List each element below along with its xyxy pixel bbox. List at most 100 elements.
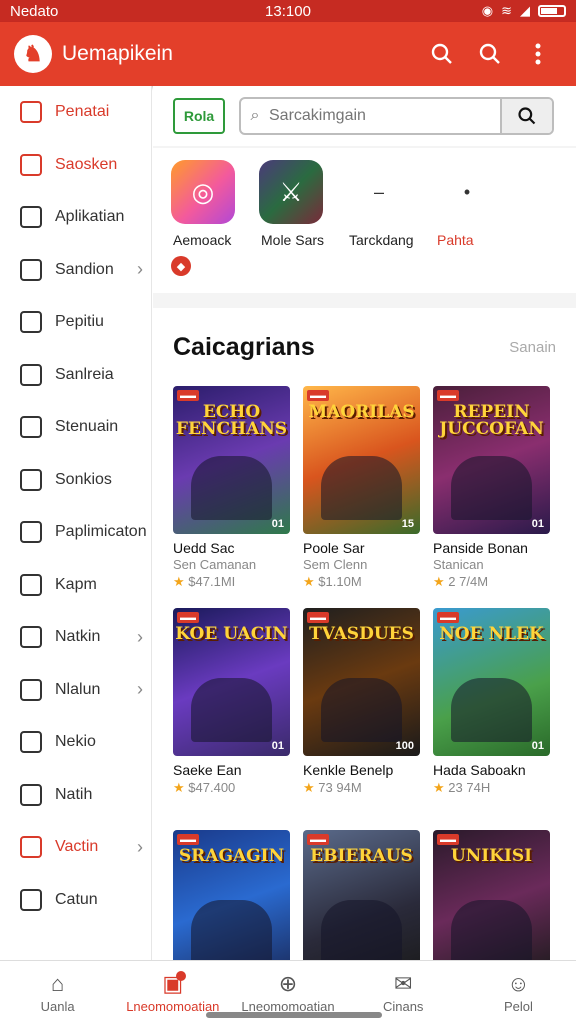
character-art <box>451 900 532 960</box>
game-thumbnail[interactable]: ▬▬ KOE UACIN 01 <box>173 608 290 756</box>
sidebar-item[interactable]: Natkin › <box>0 611 151 664</box>
dash-icon: – <box>373 181 384 202</box>
game-card[interactable]: ▬▬ NOE NLEK 01 Hada Saboakn ★ 23 74H <box>433 608 550 830</box>
share-icon <box>20 836 42 859</box>
sidebar-item[interactable]: Nekio <box>0 716 151 769</box>
character-art <box>321 678 402 742</box>
alarm-icon: ◉ <box>481 3 494 18</box>
search-row: Rola ⌕ <box>153 86 576 146</box>
quick-app-item[interactable]: – Tarckdang <box>347 160 433 249</box>
sidebar-item-label: Aplikatian <box>55 208 125 226</box>
nav-item[interactable]: ⌂ Uanla <box>0 961 115 1024</box>
pin-icon: • <box>463 181 471 202</box>
quick-app-label: Mole Sars <box>261 232 325 248</box>
sidebar-item[interactable]: Sanlreia <box>0 349 151 402</box>
chevron-right-icon: › <box>137 259 143 280</box>
game-card[interactable]: ▬▬ REPEIN JUCCOFAN 01 Panside Bonan Stanican… <box>433 386 550 608</box>
game-subtitle: Stanican <box>433 557 484 572</box>
sidebar-item[interactable]: Aplikatian <box>0 191 151 244</box>
game-thumbnail[interactable]: ▬▬EBIERAUS01 <box>303 830 420 960</box>
tag-badge: ▬▬ <box>177 612 199 623</box>
game-card[interactable]: ▬▬UNIKISI01 <box>433 830 550 960</box>
search-button[interactable] <box>418 30 466 78</box>
sidebar-item[interactable]: Nlalun › <box>0 664 151 717</box>
sidebar-item-label: Pepitiu <box>55 313 104 331</box>
game-title: Hada Saboakn <box>433 762 526 778</box>
game-subtitle: Sem Clenn <box>303 557 368 572</box>
sidebar-item-label: Catun <box>55 890 98 908</box>
game-thumbnail[interactable]: ▬▬ REPEIN JUCCOFAN 01 <box>433 386 550 534</box>
game-thumbnail[interactable]: ▬▬ MAORILAS 15 <box>303 386 420 534</box>
game-rating: ★ $1.10M <box>303 574 420 590</box>
tag-badge: ▬▬ <box>437 834 459 845</box>
thumbnail-corner-label: 100 <box>395 740 414 752</box>
game-card[interactable]: ▬▬ TVASDUES 100 Kenkle Benelp ★ 73 94M <box>303 608 420 830</box>
quick-app-item[interactable]: ⚔ Mole Sars <box>259 160 345 248</box>
sidebar-item[interactable]: Sonkios <box>0 454 151 507</box>
more-vert-icon <box>535 43 541 65</box>
game-card[interactable]: ▬▬ ECHO FENCHANS 01 Uedd Sac Sen Camanan ★ $4… <box>173 386 290 608</box>
sidebar-item[interactable]: Saosken <box>0 139 151 192</box>
sidebar-item[interactable]: Natih <box>0 769 151 822</box>
thumbnail-corner-label: 15 <box>401 518 414 530</box>
sidebar-item[interactable]: Pepitiu <box>0 296 151 349</box>
quick-app-item[interactable]: • Pahta <box>435 160 521 249</box>
app-title: Uemapikein <box>62 42 173 65</box>
thumbnail-title: SRAGAGIN <box>178 846 285 866</box>
game-card[interactable]: ▬▬ MAORILAS 15 Poole Sar Sem Clenn ★ $1.10M <box>303 386 420 608</box>
search-input[interactable] <box>269 99 500 133</box>
game-title: Kenkle Benelp <box>303 762 394 778</box>
edit-icon <box>20 731 42 754</box>
quick-apps-row: ◎ Aemoack ⚔ Mole Sars – Tarckdang • Pahta <box>171 160 576 248</box>
main-content: Rola ⌕ ◎ Aemoack ⚔ Mole Sars – Tarckdang • Paht… <box>153 86 576 960</box>
search-icon: ⌕ <box>250 107 260 124</box>
nav-label: Lneomomoatian <box>126 999 220 1014</box>
game-thumbnail[interactable]: ▬▬ NOE NLEK 01 <box>433 608 550 756</box>
sidebar-item[interactable]: Sandion › <box>0 244 151 297</box>
quick-app-label: Tarckdang <box>349 232 414 248</box>
quick-app-item[interactable]: ◎ Aemoack <box>171 160 257 248</box>
sidebar-item[interactable]: Paplimicaton <box>0 506 151 559</box>
nav-label: Pelol <box>503 999 533 1014</box>
compass-icon <box>20 153 42 176</box>
chevron-right-icon: › <box>137 679 143 700</box>
rating-value: 2 7/4M <box>448 574 489 589</box>
character-art <box>321 900 402 960</box>
filter-chip[interactable]: Rola <box>173 98 225 134</box>
app-logo-icon: ♞ <box>14 35 52 73</box>
search-icon <box>479 43 500 64</box>
chevron-right-icon: › <box>137 836 143 857</box>
wifi-icon: ≋ <box>501 3 512 18</box>
game-card[interactable]: ▬▬SRAGAGIN01 <box>173 830 290 960</box>
search-button-2[interactable] <box>466 30 514 78</box>
tag-badge: ▬▬ <box>177 834 199 845</box>
rating-value: 73 94M <box>318 780 362 795</box>
more-menu-button[interactable] <box>514 30 562 78</box>
thumbnail-title: KOE UACIN <box>175 624 288 644</box>
tag-badge: ▬▬ <box>307 390 329 401</box>
star-icon: ★ <box>303 574 315 589</box>
search-submit-button[interactable] <box>500 99 552 133</box>
sidebar-item[interactable]: Catun <box>0 874 151 927</box>
game-thumbnail[interactable]: ▬▬ ECHO FENCHANS 01 <box>173 386 290 534</box>
tag-badge: ▬▬ <box>307 834 329 845</box>
sidebar-item[interactable]: Vactin › <box>0 821 151 874</box>
sidebar-item-label: Nekio <box>55 733 96 751</box>
quick-app-label: Aemoack <box>173 232 232 248</box>
game-thumbnail[interactable]: ▬▬ TVASDUES 100 <box>303 608 420 756</box>
character-art <box>191 456 272 520</box>
sidebar-item[interactable]: Penatai <box>0 86 151 139</box>
plus-circle-icon: ⊕ <box>278 971 298 996</box>
game-thumbnail[interactable]: ▬▬SRAGAGIN01 <box>173 830 290 960</box>
game-card[interactable]: ▬▬ KOE UACIN 01 Saeke Ean ★ $47.400 <box>173 608 290 830</box>
nav-item[interactable]: ☺ Pelol <box>461 961 576 1024</box>
thumbnail-corner-label: 01 <box>531 740 544 752</box>
notification-badge-icon: ◆ <box>171 256 191 276</box>
sidebar-item[interactable]: Stenuain <box>0 401 151 454</box>
sidebar-item[interactable]: Kapm <box>0 559 151 612</box>
game-card[interactable]: ▬▬EBIERAUS01 <box>303 830 420 960</box>
see-all-link[interactable]: Sanain <box>509 339 556 356</box>
star-icon: ★ <box>433 574 445 589</box>
sidebar-item-label: Paplimicaton <box>55 523 147 541</box>
game-thumbnail[interactable]: ▬▬UNIKISI01 <box>433 830 550 960</box>
